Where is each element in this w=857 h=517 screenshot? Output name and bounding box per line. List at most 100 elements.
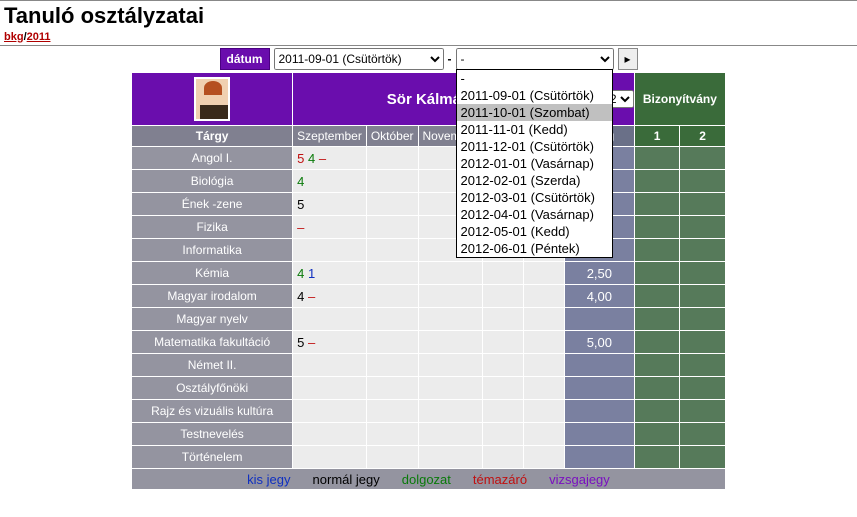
- date-option[interactable]: 2011-09-01 (Csütörtök): [457, 87, 612, 104]
- grades-cell: [524, 423, 564, 445]
- date-label: dátum: [220, 48, 270, 70]
- date-option[interactable]: 2012-04-01 (Vasárnap): [457, 206, 612, 223]
- grades-cell: [419, 423, 482, 445]
- grades-cell: [367, 331, 418, 353]
- subject-cell: Fizika: [132, 216, 292, 238]
- legend-vizs: vizsgajegy: [549, 472, 610, 487]
- grades-cell: 4: [293, 170, 366, 192]
- col-month-0[interactable]: Szeptember: [293, 126, 366, 146]
- legend-kis: kis jegy: [247, 472, 290, 487]
- legend-row: kis jegy normál jegy dolgozat témazáró v…: [132, 469, 725, 489]
- cert-cell: [635, 262, 680, 284]
- cert-cell: [680, 216, 725, 238]
- date-option[interactable]: 2011-10-01 (Szombat): [457, 104, 612, 121]
- grades-cell: [293, 423, 366, 445]
- cert-cell: [635, 377, 680, 399]
- cert-cell: [680, 285, 725, 307]
- student-avatar: [194, 77, 230, 121]
- date-from-select[interactable]: 2011-09-01 (Csütörtök): [274, 48, 444, 70]
- table-row: Fizika–: [132, 216, 725, 238]
- grades-cell: [483, 331, 523, 353]
- grades-cell: [419, 400, 482, 422]
- cert-cell: [680, 239, 725, 261]
- col-subject: Tárgy: [132, 126, 292, 146]
- grades-cell: 5: [293, 193, 366, 215]
- breadcrumb-year[interactable]: 2011: [27, 31, 51, 43]
- grades-cell: [524, 400, 564, 422]
- cert-cell: [635, 331, 680, 353]
- grades-cell: [419, 331, 482, 353]
- breadcrumb-school[interactable]: bkg: [4, 31, 24, 43]
- subject-cell: Kémia: [132, 262, 292, 284]
- avg-cell: [565, 308, 634, 330]
- subject-cell: Történelem: [132, 446, 292, 468]
- cert-cell: [635, 400, 680, 422]
- date-to-select[interactable]: -: [456, 48, 614, 70]
- table-row: Osztályfőnöki: [132, 377, 725, 399]
- cert-cell: [680, 331, 725, 353]
- grades-cell: [524, 262, 564, 284]
- grades-cell: [483, 446, 523, 468]
- subject-cell: Magyar irodalom: [132, 285, 292, 307]
- cert-cell: [680, 446, 725, 468]
- date-option[interactable]: -: [457, 70, 612, 87]
- avg-cell: 2,50: [565, 262, 634, 284]
- grades-cell: [524, 446, 564, 468]
- grades-cell: [367, 308, 418, 330]
- date-option[interactable]: 2012-05-01 (Kedd): [457, 223, 612, 240]
- cert-cell: [635, 170, 680, 192]
- cert-header: Bizonyítvány: [635, 73, 725, 125]
- table-row: Magyar irodalom4 – 4,00: [132, 285, 725, 307]
- grades-cell: [483, 423, 523, 445]
- date-option[interactable]: 2011-12-01 (Csütörtök): [457, 138, 612, 155]
- col-month-1[interactable]: Október: [367, 126, 418, 146]
- subject-cell: Magyar nyelv: [132, 308, 292, 330]
- date-to-dropdown[interactable]: -2011-09-01 (Csütörtök)2011-10-01 (Szomb…: [456, 69, 613, 258]
- grades-cell: [293, 354, 366, 376]
- cert-cell: [680, 377, 725, 399]
- grades-cell: [367, 193, 418, 215]
- cert-cell: [680, 354, 725, 376]
- grades-cell: [293, 308, 366, 330]
- grades-cell: [367, 239, 418, 261]
- subject-cell: Matematika fakultáció: [132, 331, 292, 353]
- grades-cell: 4 –: [293, 285, 366, 307]
- col-cert-1: 1: [635, 126, 680, 146]
- grades-cell: [419, 446, 482, 468]
- cert-cell: [635, 423, 680, 445]
- grades-cell: [419, 285, 482, 307]
- date-option[interactable]: 2012-01-01 (Vasárnap): [457, 155, 612, 172]
- date-option[interactable]: 2012-02-01 (Szerda): [457, 172, 612, 189]
- cert-cell: [680, 400, 725, 422]
- grades-cell: [367, 354, 418, 376]
- legend-dolg: dolgozat: [402, 472, 451, 487]
- grades-cell: [524, 377, 564, 399]
- avg-cell: [565, 354, 634, 376]
- table-row: Angol I.5 4 –4,67: [132, 147, 725, 169]
- col-cert-2: 2: [680, 126, 725, 146]
- grades-cell: [419, 354, 482, 376]
- subject-cell: Rajz és vizuális kultúra: [132, 400, 292, 422]
- date-option[interactable]: 2012-06-01 (Péntek): [457, 240, 612, 257]
- grades-cell: –: [293, 216, 366, 238]
- avg-cell: 5,00: [565, 331, 634, 353]
- cert-cell: [680, 170, 725, 192]
- cert-cell: [680, 193, 725, 215]
- cert-cell: [680, 423, 725, 445]
- subject-cell: Angol I.: [132, 147, 292, 169]
- grades-cell: [419, 262, 482, 284]
- subject-cell: Biológia: [132, 170, 292, 192]
- grades-cell: [293, 239, 366, 261]
- date-option[interactable]: 2011-11-01 (Kedd): [457, 121, 612, 138]
- date-option[interactable]: 2012-03-01 (Csütörtök): [457, 189, 612, 206]
- grades-cell: [524, 354, 564, 376]
- go-button[interactable]: ▸: [618, 48, 638, 70]
- grades-cell: [483, 377, 523, 399]
- subject-cell: Testnevelés: [132, 423, 292, 445]
- avg-cell: 4,00: [565, 285, 634, 307]
- grades-cell: [367, 400, 418, 422]
- subject-cell: Ének -zene: [132, 193, 292, 215]
- grades-cell: [293, 400, 366, 422]
- page-title: Tanuló osztályzatai: [4, 3, 853, 29]
- legend-tema: témazáró: [473, 472, 527, 487]
